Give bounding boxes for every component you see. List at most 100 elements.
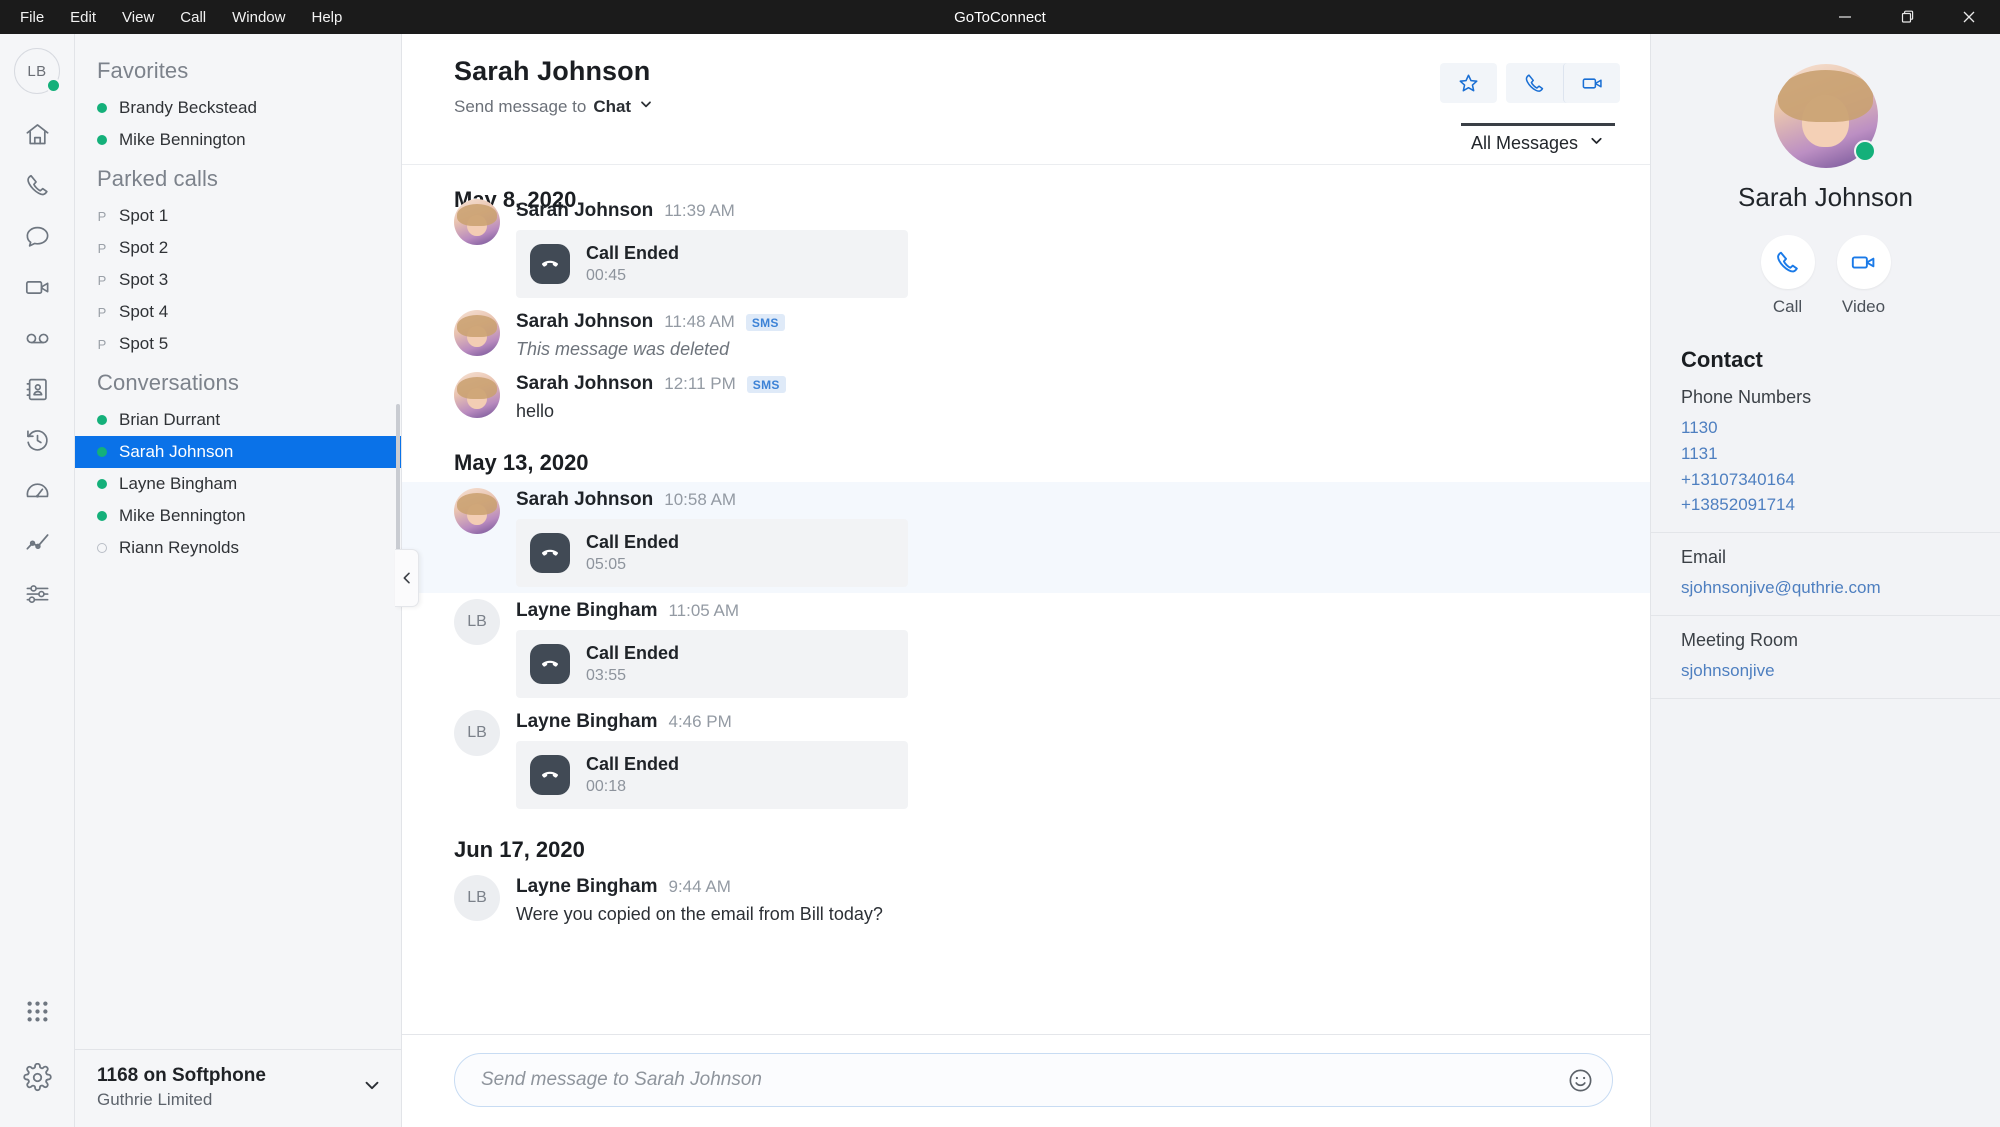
presence-dot-online — [97, 479, 107, 489]
chat-header-actions — [1440, 56, 1620, 103]
message-body: Sarah Johnson 11:48 AM SMS This message … — [516, 310, 1650, 360]
conversation-item-mike-bennington[interactable]: Mike Bennington — [75, 500, 401, 532]
conversation-item-layne-bingham[interactable]: Layne Bingham — [75, 468, 401, 500]
parked-call-spot-5[interactable]: P Spot 5 — [75, 328, 401, 360]
call-ended-card[interactable]: Call Ended 00:18 — [516, 741, 908, 809]
settings-gear-icon[interactable] — [14, 1057, 60, 1097]
message-author: Sarah Johnson — [516, 489, 654, 510]
conversation-item-sarah-johnson[interactable]: Sarah Johnson — [75, 436, 401, 468]
phone-number-link[interactable]: 1130 — [1681, 415, 1970, 441]
conversation-item-label: Sarah Johnson — [119, 442, 234, 461]
video-button[interactable] — [1563, 63, 1620, 103]
maximize-restore-button[interactable] — [1876, 0, 1938, 34]
contact-video-button[interactable]: Video — [1836, 235, 1891, 317]
conversation-item-riann-reynolds[interactable]: Riann Reynolds — [75, 532, 401, 564]
menu-edit[interactable]: Edit — [58, 5, 108, 30]
left-panel: Favorites Brandy Beckstead Mike Benningt… — [74, 34, 419, 1127]
message-meta: Sarah Johnson 11:39 AM — [516, 200, 1650, 222]
message-list[interactable]: May 8, 2020 Sarah Johnson 11:39 AM Call … — [402, 164, 1650, 1034]
favorite-item-mike-bennington[interactable]: Mike Bennington — [75, 124, 401, 156]
avatar: LB — [454, 710, 500, 756]
parked-call-spot-2[interactable]: P Spot 2 — [75, 232, 401, 264]
send-to-channel-dropdown[interactable]: Chat — [593, 96, 654, 117]
message-composer[interactable] — [454, 1053, 1613, 1107]
dashboard-icon[interactable] — [14, 471, 60, 511]
park-marker-icon: P — [97, 240, 107, 256]
call-ended-title: Call Ended — [586, 754, 680, 774]
close-button[interactable] — [1938, 0, 2000, 34]
menu-help[interactable]: Help — [299, 5, 354, 30]
analytics-icon[interactable] — [14, 522, 60, 562]
date-separator: May 13, 2020 — [454, 450, 589, 475]
call-ended-title: Call Ended — [586, 243, 680, 263]
call-ended-text: Call Ended 03:55 — [586, 643, 679, 685]
home-icon[interactable] — [14, 114, 60, 154]
favorite-star-button[interactable] — [1440, 63, 1497, 103]
user-avatar[interactable]: LB — [14, 48, 61, 94]
contacts-icon[interactable] — [14, 369, 60, 409]
message-input[interactable] — [481, 1069, 1567, 1091]
email-link[interactable]: sjohnsonjive@quthrie.com — [1681, 575, 1970, 601]
parked-call-spot-3[interactable]: P Spot 3 — [75, 264, 401, 296]
message-body: Layne Bingham 9:44 AM Were you copied on… — [516, 875, 1650, 925]
phone-number-link[interactable]: +13107340164 — [1681, 467, 1970, 493]
avatar — [454, 199, 500, 245]
account-status-footer[interactable]: 1168 on Softphone Guthrie Limited — [75, 1049, 401, 1127]
message-time: 11:05 AM — [668, 601, 740, 620]
call-ended-card[interactable]: Call Ended 00:45 — [516, 230, 908, 298]
message-meta: Sarah Johnson 10:58 AM — [516, 489, 1650, 511]
conversation-item-brian-durrant[interactable]: Brian Durrant — [75, 404, 401, 436]
call-ended-card[interactable]: Call Ended 03:55 — [516, 630, 908, 698]
message-meta: Layne Bingham 4:46 PM — [516, 711, 1650, 733]
meeting-room-link[interactable]: sjohnsonjive — [1681, 658, 1970, 684]
message-time: 11:39 AM — [664, 201, 735, 220]
menu-window[interactable]: Window — [220, 5, 297, 30]
message-author: Sarah Johnson — [516, 373, 654, 394]
menu-call[interactable]: Call — [168, 5, 218, 30]
message-time: 9:44 AM — [668, 877, 731, 896]
phone-icon[interactable] — [14, 165, 60, 205]
contact-detail-panel: Sarah Johnson Call Video Contact Phone N… — [1650, 34, 2000, 1127]
message-author: Layne Bingham — [516, 711, 658, 732]
emoji-icon[interactable] — [1567, 1067, 1594, 1094]
navigation-rail: LB — [0, 34, 74, 1127]
sliders-icon[interactable] — [14, 573, 60, 613]
message-author: Layne Bingham — [516, 876, 658, 897]
chat-header-left: Sarah Johnson Send message to Chat — [454, 56, 1440, 117]
parked-call-spot-4[interactable]: P Spot 4 — [75, 296, 401, 328]
menu-file[interactable]: File — [8, 5, 56, 30]
message-meta: Layne Bingham 11:05 AM — [516, 600, 1650, 622]
minimize-button[interactable] — [1814, 0, 1876, 34]
phone-number-link[interactable]: +13852091714 — [1681, 492, 1970, 518]
menu-view[interactable]: View — [110, 5, 166, 30]
park-marker-icon: P — [97, 272, 107, 288]
call-ended-card[interactable]: Call Ended 05:05 — [516, 519, 908, 587]
chat-icon[interactable] — [14, 216, 60, 256]
call-duration: 03:55 — [586, 667, 627, 684]
phone-number-link[interactable]: 1131 — [1681, 441, 1970, 467]
call-button[interactable] — [1506, 63, 1563, 103]
sms-badge: SMS — [746, 375, 786, 393]
avatar — [454, 372, 500, 418]
avatar-initials: LB — [467, 724, 487, 741]
message-row: LB Layne Bingham 4:46 PM Call Ended 00:1… — [402, 704, 1650, 815]
presence-indicator-online — [46, 78, 61, 93]
voicemail-icon[interactable] — [14, 318, 60, 358]
chevron-down-icon[interactable] — [361, 1074, 383, 1101]
parked-call-spot-1[interactable]: P Spot 1 — [75, 200, 401, 232]
contact-call-button[interactable]: Call — [1760, 235, 1815, 317]
collapse-panel-button[interactable] — [395, 549, 419, 607]
all-messages-filter-dropdown[interactable]: All Messages — [1460, 123, 1615, 164]
message-body: Sarah Johnson 11:39 AM Call Ended 00:45 — [516, 199, 1650, 298]
history-icon[interactable] — [14, 420, 60, 460]
contact-section-title: Contact — [1681, 347, 1763, 372]
message-text: This message was deleted — [516, 339, 730, 359]
phone-icon — [1760, 235, 1815, 289]
dialpad-icon[interactable] — [14, 991, 60, 1031]
video-icon — [1836, 235, 1891, 289]
left-panel-scroll[interactable]: Favorites Brandy Beckstead Mike Benningt… — [75, 34, 401, 1049]
video-icon[interactable] — [14, 267, 60, 307]
chat-area: Sarah Johnson Send message to Chat All M… — [401, 34, 1650, 1127]
favorite-item-brandy-beckstead[interactable]: Brandy Beckstead — [75, 92, 401, 124]
rail-icon-list — [14, 114, 60, 613]
